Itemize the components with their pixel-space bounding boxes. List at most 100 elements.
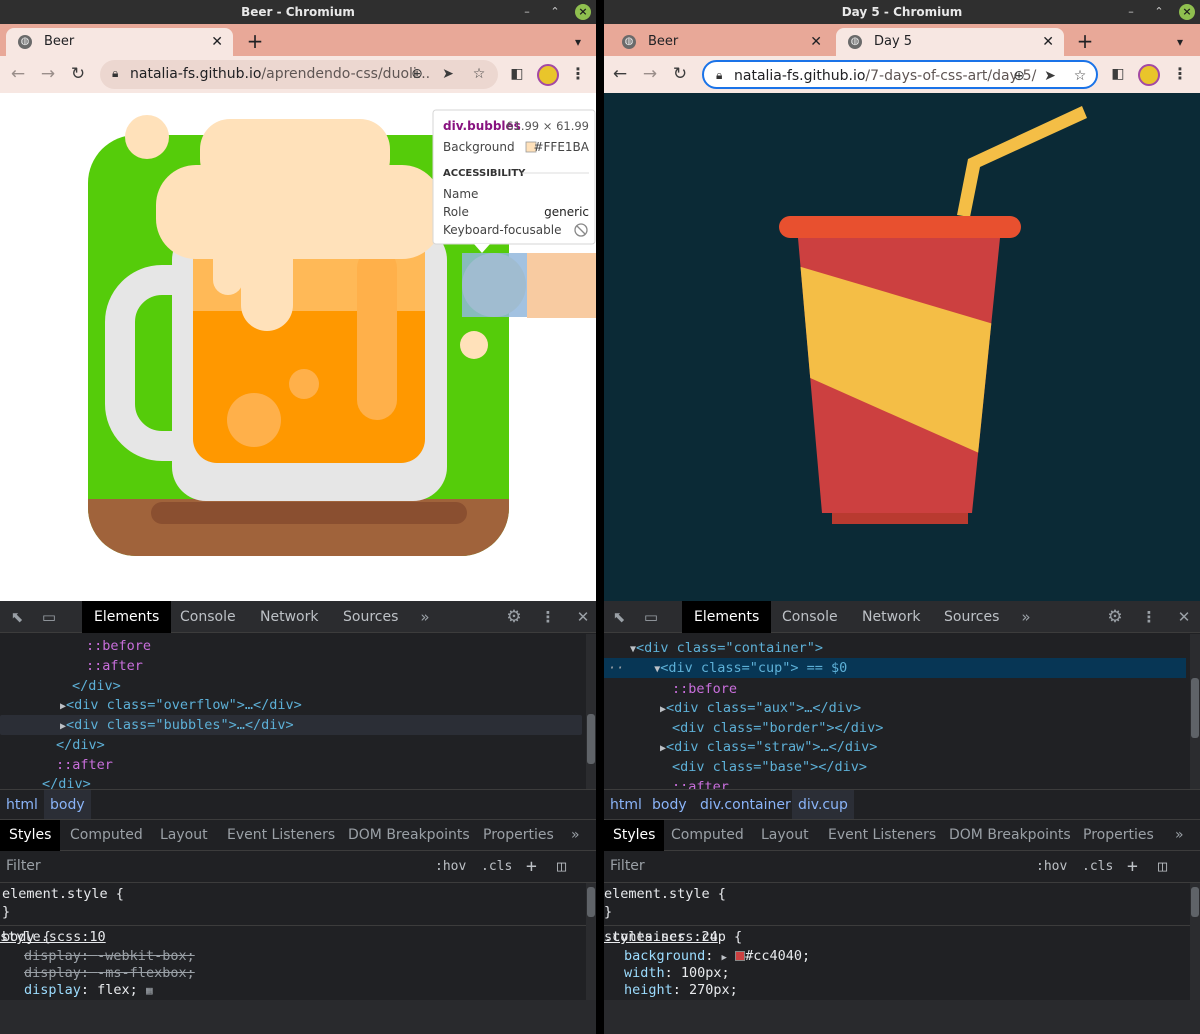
crumb-body[interactable]: body [44,790,91,819]
dom-node-base[interactable]: <div class="base"></div> [672,757,867,777]
subtab-event-listeners[interactable]: Event Listeners [218,820,344,851]
dom-node-overflow[interactable]: ▶<div class="overflow">…</div> [60,695,302,715]
tab-day5[interactable]: ◍ Day 5 ✕ [836,28,1064,56]
css-declaration[interactable]: background: ▶ #cc4040; [624,947,810,965]
forward-icon[interactable]: → [36,62,60,86]
close-tab-icon[interactable]: ✕ [810,28,822,56]
inspect-element-icon[interactable]: ⬉ [608,606,630,628]
dom-node-border[interactable]: <div class="border"></div> [672,718,883,738]
styles-scrollbar[interactable] [1190,883,1200,1000]
dom-node[interactable]: ::after [56,755,113,775]
send-icon[interactable]: ➤ [1039,62,1061,90]
css-declaration[interactable]: display: flex; ▦ [24,981,153,999]
element-style-rule[interactable]: element.style { [2,885,124,903]
close-window-icon[interactable]: × [1179,4,1195,20]
elements-scrollbar[interactable] [586,634,596,789]
back-icon[interactable]: ← [6,62,30,86]
settings-gear-icon[interactable]: ⚙ [1104,606,1126,628]
more-tabs-icon[interactable]: » [414,606,436,628]
subtab-properties[interactable]: Properties [1074,820,1163,851]
devtools-menu-icon[interactable]: ⋮ [537,606,559,628]
rule-source-link[interactable]: styles.scss:24 [604,928,1188,946]
tab-network[interactable]: Network [248,601,330,633]
inspect-element-icon[interactable]: ⬉ [6,606,28,628]
minimize-icon[interactable]: – [519,4,535,20]
tab-search-icon[interactable]: ▾ [1170,28,1190,56]
add-rule-icon[interactable]: + [1127,853,1138,880]
side-panel-icon[interactable]: ◧ [1106,62,1130,86]
crumb-div-cup[interactable]: div.cup [792,790,854,819]
color-swatch[interactable] [735,951,746,961]
toggle-sidebar-icon[interactable]: ◫ [557,853,566,880]
filter-input[interactable]: Filter [0,853,416,880]
crumb-body[interactable]: body [646,790,693,819]
device-toolbar-icon[interactable]: ▭ [38,606,60,628]
subtab-layout[interactable]: Layout [151,820,217,851]
subtab-dom-breakpoints[interactable]: DOM Breakpoints [940,820,1080,851]
subtab-styles[interactable]: Styles [0,820,61,851]
dom-node[interactable]: </div> [56,735,105,755]
subtab-properties[interactable]: Properties [474,820,563,851]
tab-sources[interactable]: Sources [932,601,1011,633]
dom-node-aux[interactable]: ▶<div class="aux">…</div> [660,698,861,718]
browser-menu-icon[interactable]: ⋮ [1172,62,1188,86]
dom-node[interactable]: ::before [672,679,737,699]
tab-console[interactable]: Console [168,601,248,633]
add-rule-icon[interactable]: + [526,853,537,880]
address-bar[interactable]: 🔒︎ natalia-fs.github.io/aprendendo-css/d… [100,60,498,89]
minimize-icon[interactable]: – [1123,4,1139,20]
subtab-styles[interactable]: Styles [604,820,665,851]
address-bar[interactable]: 🔒︎ natalia-fs.github.io/7-days-of-css-ar… [702,60,1098,89]
zoom-icon[interactable]: ⊕ [1008,62,1030,90]
crumb-html[interactable]: html [604,790,648,819]
more-subtabs-icon[interactable]: » [1166,820,1193,851]
subtab-event-listeners[interactable]: Event Listeners [819,820,945,851]
more-subtabs-icon[interactable]: » [562,820,589,851]
reload-icon[interactable]: ↻ [66,62,90,86]
maximize-icon[interactable]: ⌃ [547,4,563,20]
device-toolbar-icon[interactable]: ▭ [640,606,662,628]
subtab-dom-breakpoints[interactable]: DOM Breakpoints [339,820,479,851]
tab-sources[interactable]: Sources [331,601,410,633]
dom-node[interactable]: </div> [72,676,121,696]
crumb-html[interactable]: html [0,790,44,819]
css-declaration[interactable]: display: -webkit-box; [24,947,195,965]
dom-node[interactable]: ::after [86,656,143,676]
subtab-computed[interactable]: Computed [662,820,753,851]
zoom-icon[interactable]: ⊕ [406,60,428,88]
new-tab-button[interactable]: + [243,28,267,56]
close-tab-icon[interactable]: ✕ [1042,28,1054,56]
side-panel-icon[interactable]: ◧ [505,62,529,86]
close-window-icon[interactable]: × [575,4,591,20]
tab-elements[interactable]: Elements [682,601,772,633]
cls-toggle[interactable]: .cls [1082,853,1113,880]
subtab-layout[interactable]: Layout [752,820,818,851]
forward-icon[interactable]: → [638,62,662,86]
close-tab-icon[interactable]: ✕ [211,28,223,56]
maximize-icon[interactable]: ⌃ [1151,4,1167,20]
hov-toggle[interactable]: :hov [1036,853,1067,880]
close-devtools-icon[interactable]: ✕ [1173,606,1195,628]
hov-toggle[interactable]: :hov [435,853,466,880]
dom-node-cup[interactable]: ·· ▼<div class="cup"> == $0 [604,658,1186,678]
tab-network[interactable]: Network [850,601,932,633]
tab-beer[interactable]: ◍ Beer ✕ [610,28,832,56]
dom-node-straw[interactable]: ▶<div class="straw">…</div> [660,737,877,757]
crumb-div-container[interactable]: div.container [694,790,797,819]
tab-elements[interactable]: Elements [82,601,172,633]
css-declaration[interactable]: display: -ms-flexbox; [24,964,195,982]
close-devtools-icon[interactable]: ✕ [572,606,594,628]
subtab-computed[interactable]: Computed [61,820,152,851]
more-tabs-icon[interactable]: » [1015,606,1037,628]
profile-avatar[interactable] [537,64,559,86]
bookmark-star-icon[interactable]: ☆ [468,60,490,88]
rule-source-link[interactable]: style.scss:10 [0,928,584,946]
styles-scrollbar[interactable] [586,883,596,1000]
dom-node-bubbles[interactable]: ▶<div class="bubbles">…</div> [0,715,582,735]
filter-input[interactable]: Filter [604,853,1020,880]
element-style-rule[interactable]: element.style { [604,885,726,903]
tab-console[interactable]: Console [770,601,850,633]
devtools-menu-icon[interactable]: ⋮ [1138,606,1160,628]
send-icon[interactable]: ➤ [437,60,459,88]
cls-toggle[interactable]: .cls [481,853,512,880]
